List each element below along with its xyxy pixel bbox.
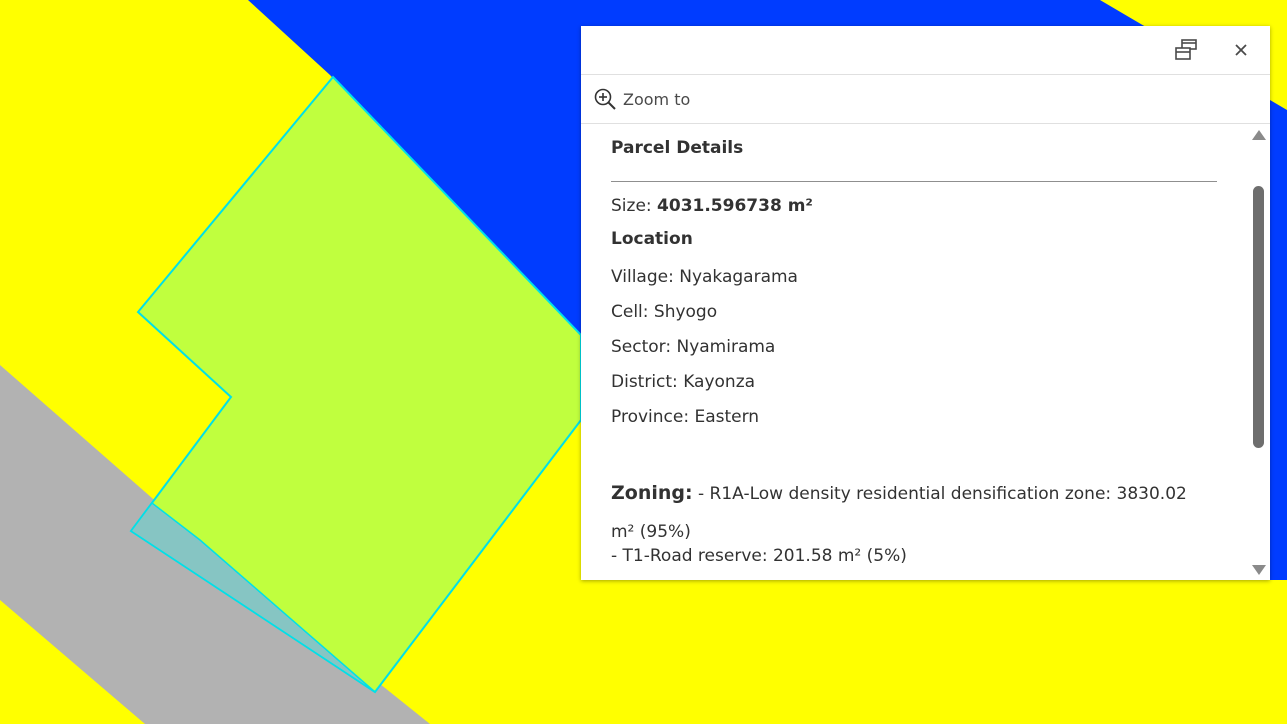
close-button[interactable] <box>1225 34 1257 66</box>
sector-line: Sector: Nyamirama <box>611 337 776 357</box>
district-line: District: Kayonza <box>611 372 756 392</box>
location-title: Location <box>611 229 693 249</box>
scroll-up-arrow[interactable] <box>1252 130 1266 140</box>
zoning-entry-1: - R1A-Low density residential densificat… <box>611 484 1187 542</box>
parcel-size: Size: 4031.596738 m² <box>611 196 813 216</box>
zoning-label: Zoning: <box>611 482 693 504</box>
scroll-thumb[interactable] <box>1253 186 1264 448</box>
size-label: Size: <box>611 196 652 216</box>
province-line: Province: Eastern <box>611 407 760 427</box>
size-value: 4031.596738 m² <box>657 196 813 216</box>
popup-actions-bar: Zoom to <box>581 75 1270 124</box>
scroll-down-arrow[interactable] <box>1252 565 1266 575</box>
zoom-to-button[interactable]: Zoom to <box>593 85 690 113</box>
parcel-details-title: Parcel Details <box>611 138 744 158</box>
close-icon <box>1235 44 1247 56</box>
popup-content[interactable]: Parcel Details Size: 4031.596738 m² Loca… <box>581 124 1270 580</box>
zoning-line-1: Zoning: - R1A-Low density residential de… <box>611 474 1211 551</box>
cell-line: Cell: Shyogo <box>611 302 718 322</box>
section-divider <box>611 181 1217 182</box>
zoom-to-label: Zoom to <box>623 89 691 109</box>
dock-button[interactable] <box>1171 34 1203 66</box>
popup-header <box>581 26 1270 75</box>
zoning-entry-2: - T1-Road reserve: 201.58 m² (5%) <box>611 546 907 566</box>
content-scrollbar[interactable] <box>1251 124 1267 580</box>
zoom-in-icon <box>594 88 616 110</box>
village-line: Village: Nyakagarama <box>611 267 798 287</box>
dock-icon <box>1175 39 1197 60</box>
feature-popup: Zoom to Parcel Details Size: 4031.596738… <box>581 26 1270 580</box>
